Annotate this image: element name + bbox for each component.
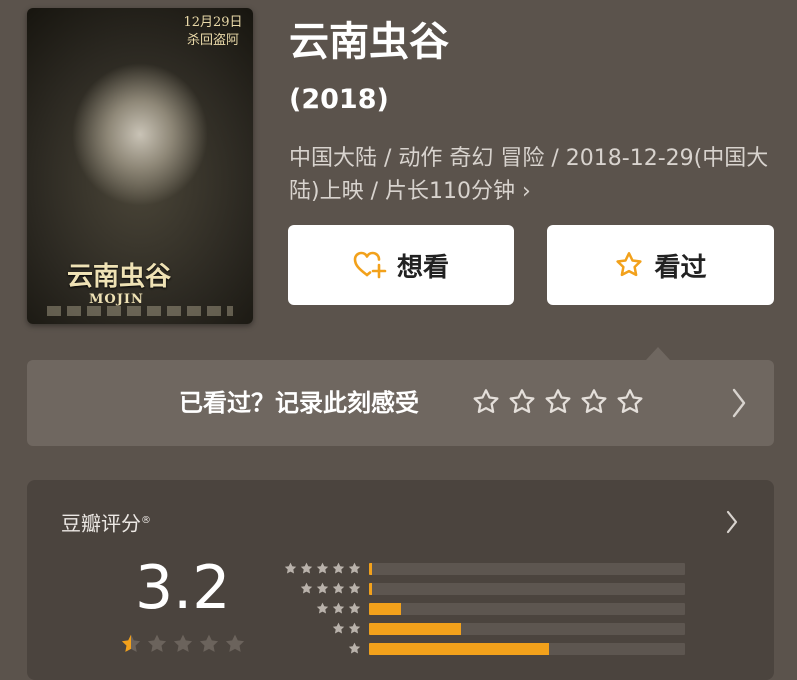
star-outline-icon xyxy=(614,250,644,280)
rate-stars[interactable] xyxy=(471,387,645,417)
distribution-bar-fill xyxy=(369,623,461,635)
rate-star-5-icon[interactable] xyxy=(615,387,645,417)
star-icon xyxy=(332,562,345,574)
rate-prompt-label: 已看过？记录此刻感受 xyxy=(179,389,419,417)
distribution-stars xyxy=(283,561,362,576)
distribution-bar-fill xyxy=(369,583,373,595)
distribution-bar-fill xyxy=(369,643,550,655)
distribution-stars xyxy=(347,641,362,656)
rate-prompt-pointer xyxy=(646,347,670,360)
star-icon xyxy=(348,642,361,654)
movie-year: (2018) xyxy=(289,84,389,115)
want-to-watch-button[interactable]: 想看 xyxy=(288,225,514,305)
star-icon xyxy=(284,562,297,574)
want-to-watch-label: 想看 xyxy=(396,252,449,283)
score-stars xyxy=(119,632,247,656)
distribution-row-5-star xyxy=(277,558,697,578)
poster-credits xyxy=(47,306,233,316)
star-icon xyxy=(348,622,361,634)
distribution-bar-track xyxy=(369,623,685,635)
movie-meta-info[interactable]: 中国大陆 / 动作 奇幻 冒险 / 2018-12-29(中国大陆)上映 / 片… xyxy=(289,142,779,208)
star-empty-icon xyxy=(173,634,193,652)
rating-label: 豆瓣评分® xyxy=(61,511,151,536)
distribution-row-1-star xyxy=(277,638,697,658)
chevron-right-icon[interactable] xyxy=(732,388,746,422)
distribution-bar-fill xyxy=(369,603,401,615)
star-empty-icon xyxy=(147,634,167,652)
rate-prompt-bar[interactable]: 已看过？记录此刻感受 xyxy=(27,360,774,446)
star-icon xyxy=(316,562,329,574)
star-icon xyxy=(348,562,361,574)
star-icon xyxy=(332,602,345,614)
rate-star-3-icon[interactable] xyxy=(543,387,573,417)
star-half-icon xyxy=(121,634,141,652)
movie-poster[interactable]: 12月29日 杀回盗阿 云南虫谷 MOJIN xyxy=(27,8,253,324)
rating-distribution xyxy=(277,558,697,658)
star-icon xyxy=(348,602,361,614)
star-icon xyxy=(332,582,345,594)
star-empty-icon xyxy=(225,634,245,652)
distribution-bar-track xyxy=(369,603,685,615)
star-icon xyxy=(300,562,313,574)
distribution-bar-track xyxy=(369,563,685,575)
rating-score: 3.2 xyxy=(135,553,231,623)
rate-star-2-icon[interactable] xyxy=(507,387,537,417)
star-icon xyxy=(348,582,361,594)
distribution-stars xyxy=(331,621,362,636)
distribution-bar-track xyxy=(369,643,685,655)
distribution-stars xyxy=(299,581,362,596)
distribution-bar-track xyxy=(369,583,685,595)
rate-star-4-icon[interactable] xyxy=(579,387,609,417)
registered-mark: ® xyxy=(141,515,151,526)
distribution-row-2-star xyxy=(277,618,697,638)
star-icon xyxy=(316,602,329,614)
heart-plus-icon xyxy=(353,250,387,280)
star-icon xyxy=(332,622,345,634)
star-icon xyxy=(316,582,329,594)
distribution-row-3-star xyxy=(277,598,697,618)
watched-label: 看过 xyxy=(654,252,707,283)
star-icon xyxy=(300,582,313,594)
douban-rating-card[interactable]: 豆瓣评分® 3.2 xyxy=(27,480,774,680)
chevron-right-icon[interactable] xyxy=(726,510,738,538)
poster-title: 云南虫谷 xyxy=(67,262,172,292)
poster-release-date: 12月29日 杀回盗阿 xyxy=(183,15,243,48)
distribution-row-4-star xyxy=(277,578,697,598)
star-empty-icon xyxy=(199,634,219,652)
distribution-bar-fill xyxy=(369,563,373,575)
distribution-stars xyxy=(315,601,362,616)
poster-subtitle: MOJIN xyxy=(89,292,144,307)
rate-star-1-icon[interactable] xyxy=(471,387,501,417)
watched-button[interactable]: 看过 xyxy=(547,225,774,305)
movie-title: 云南虫谷 xyxy=(289,19,449,65)
